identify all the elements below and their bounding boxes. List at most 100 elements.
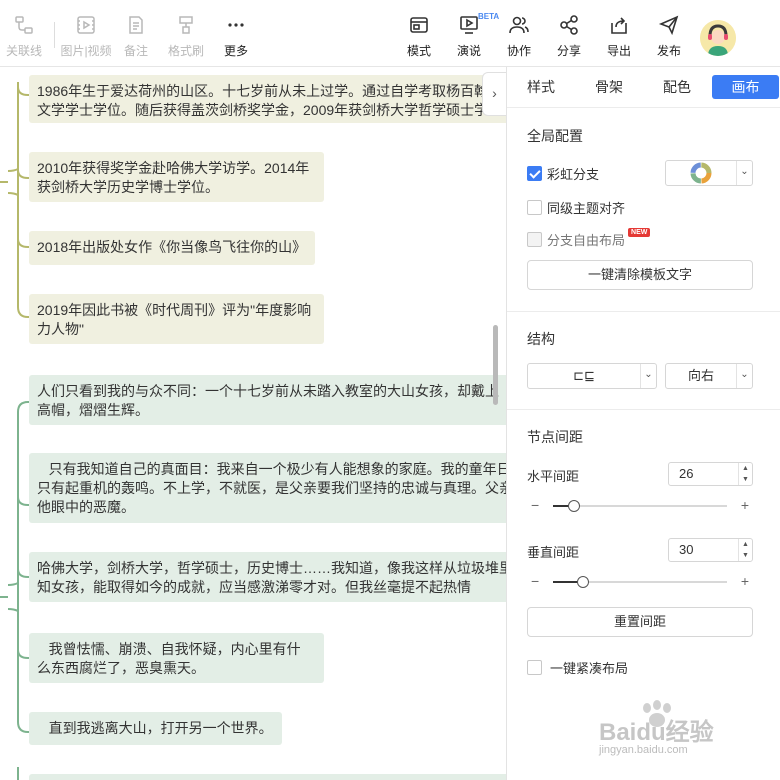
format-brush-button[interactable]: 格式刷 <box>158 10 214 60</box>
horizontal-spacing-label: 水平间距 <box>527 469 580 484</box>
toolbar-separator <box>54 22 55 48</box>
collaborate-button[interactable]: 协作 <box>491 10 547 60</box>
share-label: 分享 <box>556 44 581 58</box>
divider <box>507 409 780 410</box>
palette-ring-icon <box>690 162 712 184</box>
structure-direction-value: 向右 <box>687 368 714 383</box>
media-button[interactable]: 图片|视频 <box>57 10 115 60</box>
topic-node[interactable]: 2018年出版处女作《你当像鸟飞往你的山》 <box>29 231 315 265</box>
free-layout-label: 分支自由布局 <box>547 232 626 248</box>
vertical-spacing-value: 30 <box>679 542 694 557</box>
compact-layout-label: 一键紧凑布局 <box>550 660 629 676</box>
present-label: 演说 <box>456 44 481 58</box>
same-level-align-label: 同级主题对齐 <box>547 200 626 216</box>
note-icon <box>129 16 143 34</box>
publish-icon <box>658 15 679 36</box>
rainbow-color-select[interactable]: ⌄ <box>665 160 753 186</box>
slider-thumb[interactable] <box>576 576 589 588</box>
minus-icon[interactable]: − <box>531 573 539 589</box>
vertical-spacing-input[interactable]: 30 ▲ ▼ <box>668 538 753 562</box>
structure-layout-select[interactable]: ⊏⊑ ⌄ <box>527 363 657 389</box>
topic-node-partial[interactable] <box>29 774 506 780</box>
share-button[interactable]: 分享 <box>541 10 597 60</box>
publish-button[interactable]: 发布 <box>641 10 697 60</box>
horizontal-spacing-slider[interactable]: − + <box>527 497 753 515</box>
tab-skeleton[interactable]: 骨架 <box>581 75 637 99</box>
avatar[interactable] <box>700 20 736 56</box>
mode-icon <box>410 17 428 33</box>
more-icon <box>228 23 244 27</box>
relation-line-button[interactable]: 关联线 <box>0 10 52 60</box>
slider-track[interactable] <box>553 576 727 588</box>
note-button[interactable]: 备注 <box>108 10 164 60</box>
relation-line-label: 关联线 <box>5 44 42 58</box>
minus-icon[interactable]: − <box>531 497 539 513</box>
vertical-scrollbar[interactable] <box>493 325 498 405</box>
same-level-align-checkbox[interactable] <box>527 199 542 215</box>
topic-node[interactable]: 只有我知道自己的真面目：我来自一个极少有人能想象的家庭。我的童年日 只有起重机的… <box>29 453 506 523</box>
more-label: 更多 <box>223 44 248 58</box>
watermark-subtext: jingyan.baidu.com <box>599 744 688 756</box>
topic-node[interactable]: 1986年生于爱达荷州的山区。十七岁前从未上过学。通过自学考取杨百翰 文学学士学… <box>29 75 506 123</box>
format-brush-label: 格式刷 <box>167 44 204 58</box>
tab-color-scheme[interactable]: 配色 <box>649 75 705 99</box>
mode-button[interactable]: 模式 <box>391 10 447 60</box>
spinner-arrows-icon[interactable]: ▲ ▼ <box>738 539 752 561</box>
rainbow-branch-option[interactable]: 彩虹分支 <box>527 164 599 182</box>
present-icon <box>460 16 478 34</box>
topic-node[interactable]: 人们只看到我的与众不同：一个十七岁前从未踏入教室的大山女孩，却戴上 高帽，熠熠生… <box>29 375 506 425</box>
mindmap-canvas[interactable]: 1986年生于爱达荷州的山区。十七岁前从未上过学。通过自学考取杨百翰 文学学士学… <box>0 67 506 780</box>
spinner-arrows-icon[interactable]: ▲ ▼ <box>738 463 752 485</box>
compact-layout-checkbox[interactable] <box>527 659 542 675</box>
watermark-text: Baidu经验 <box>599 719 714 746</box>
relation-line-icon <box>15 16 33 34</box>
tab-canvas[interactable]: 画布 <box>712 75 779 99</box>
publish-label: 发布 <box>656 44 681 58</box>
divider <box>507 311 780 312</box>
chevron-down-icon: ⌄ <box>736 161 752 185</box>
vertical-spacing-slider[interactable]: − + <box>527 573 753 591</box>
horizontal-spacing-value: 26 <box>679 466 694 481</box>
topic-node[interactable]: 我曾怯懦、崩溃、自我怀疑，内心里有什 么东西腐烂了，恶臭熏天。 <box>29 633 324 683</box>
note-label: 备注 <box>123 44 148 58</box>
baidu-watermark: Baidu经验 jingyan.baidu.com <box>597 700 742 770</box>
more-button[interactable]: 更多 <box>208 10 264 60</box>
structure-title: 结构 <box>527 331 555 347</box>
topic-node[interactable]: 哈佛大学，剑桥大学，哲学硕士，历史博士……我知道，像我这样从垃圾堆里 知女孩，能… <box>29 552 506 602</box>
chevron-right-icon: › <box>492 85 497 101</box>
user-avatar-icon <box>700 20 736 56</box>
compact-layout-option[interactable]: 一键紧凑布局 <box>527 658 628 676</box>
export-label: 导出 <box>606 44 631 58</box>
media-label: 图片|视频 <box>60 44 112 58</box>
plus-icon[interactable]: + <box>741 497 749 513</box>
slider-track[interactable] <box>553 500 727 512</box>
topic-node[interactable]: 2010年获得奖学金赴哈佛大学访学。2014年 获剑桥大学历史学博士学位。 <box>29 152 324 202</box>
rainbow-branch-label: 彩虹分支 <box>547 166 600 182</box>
panel-collapse-button[interactable]: › <box>482 72 506 116</box>
chevron-down-icon: ⌄ <box>736 364 752 388</box>
tab-style[interactable]: 样式 <box>513 75 569 99</box>
divider <box>507 107 780 108</box>
free-layout-checkbox[interactable] <box>527 231 542 247</box>
share-icon <box>560 15 578 35</box>
clear-template-text-button[interactable]: 一键清除模板文字 <box>527 260 753 290</box>
node-spacing-title: 节点间距 <box>527 429 583 445</box>
collaborate-icon <box>509 16 529 34</box>
panel-tabs: 样式 骨架 配色 画布 <box>507 75 780 101</box>
plus-icon[interactable]: + <box>741 573 749 589</box>
topic-node[interactable]: 2019年因此书被《时代周刊》评为"年度影响 力人物" <box>29 294 324 344</box>
horizontal-spacing-input[interactable]: 26 ▲ ▼ <box>668 462 753 486</box>
mode-label: 模式 <box>406 44 431 58</box>
topic-node[interactable]: 直到我逃离大山，打开另一个世界。 <box>29 712 282 745</box>
export-button[interactable]: 导出 <box>591 10 647 60</box>
rainbow-branch-checkbox[interactable] <box>527 165 542 181</box>
slider-thumb[interactable] <box>567 500 580 512</box>
same-level-align-option[interactable]: 同级主题对齐 <box>527 198 625 216</box>
reset-spacing-button[interactable]: 重置间距 <box>527 607 753 637</box>
structure-direction-select[interactable]: 向右 ⌄ <box>665 363 753 389</box>
free-layout-option[interactable]: 分支自由布局 NEW <box>527 227 651 248</box>
rainbow-palette-swatch <box>666 161 736 192</box>
collaborate-label: 协作 <box>506 44 531 58</box>
right-panel: 样式 骨架 配色 画布 全局配置 彩虹分支 ⌄ 同级主题对齐 分支自由布局 NE… <box>506 67 780 780</box>
toolbar: 关联线 图片|视频 备注 格式刷 更多 模式 演说 BETA 协作 分享 导出 … <box>0 0 780 67</box>
